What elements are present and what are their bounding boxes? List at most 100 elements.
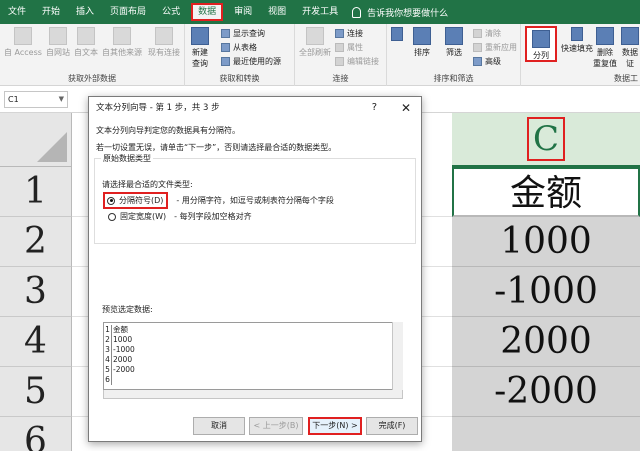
remove-duplicates-icon (596, 27, 614, 45)
close-icon[interactable]: ✕ (401, 97, 411, 119)
name-box[interactable]: C1 ▼ (4, 91, 68, 108)
cell-c1[interactable]: 金额 (452, 167, 640, 217)
new-query-button[interactable]: 新建 查询 (191, 27, 209, 69)
ribbon: 自 Access 自网站 自文本 自其他来源 现有连接 获取外部数据 新建 查询 … (0, 24, 640, 86)
group-label-transform: 获取和转换 (219, 74, 260, 83)
sort-az-icon (391, 27, 403, 41)
cell-c5[interactable]: -2000 (452, 367, 640, 417)
tell-me-text: 告诉我你想要做什么 (367, 8, 449, 19)
radio-fixed-row: 固定宽度(W) - 每列字段加空格对齐 (108, 211, 252, 222)
row-header[interactable]: 6 (0, 417, 72, 451)
tab-insert[interactable]: 插入 (68, 0, 102, 24)
tell-me-box[interactable]: 告诉我你想要做什么 (352, 6, 448, 19)
sort-button[interactable]: 排序 (413, 27, 431, 58)
data-validation-button[interactable]: 数据证 (621, 27, 639, 69)
lightbulb-icon (352, 6, 362, 18)
radio-delimited[interactable]: 分隔符号(D) (103, 192, 169, 209)
tab-page-layout[interactable]: 页面布局 (102, 0, 154, 24)
radio-selected-icon (107, 196, 115, 205)
select-all-corner[interactable] (0, 113, 72, 167)
preview-row: 3 -1000 (105, 345, 135, 355)
preview-row: 6 (104, 375, 113, 385)
tab-formulas[interactable]: 公式 (154, 0, 188, 24)
recent-sources-icon (221, 57, 230, 66)
preview-horizontal-scrollbar[interactable] (103, 390, 403, 399)
tab-home[interactable]: 开始 (34, 0, 68, 24)
connections-button[interactable]: 连接 (335, 28, 363, 39)
cell-c3[interactable]: -1000 (452, 267, 640, 317)
back-button[interactable]: < 上一步(B) (249, 417, 303, 435)
choose-type-label: 请选择最合适的文件类型: (102, 180, 193, 189)
show-queries-button[interactable]: 显示查询 (221, 28, 265, 39)
cell-c6[interactable] (452, 417, 640, 451)
edit-links-button[interactable]: 编辑链接 (335, 56, 379, 67)
group-label-connections: 连接 (332, 74, 349, 83)
group-label-sort-filter: 排序和筛选 (433, 74, 474, 83)
row-header[interactable]: 1 (0, 167, 72, 217)
wizard-intro: 文本分列向导判定您的数据具有分隔符。 (96, 126, 240, 135)
from-other-button[interactable]: 自其他来源 (102, 27, 142, 58)
globe-icon (49, 27, 67, 45)
advanced-filter-button[interactable]: 高级 (473, 56, 501, 67)
remove-duplicates-button[interactable]: 删除 重复值 (593, 27, 617, 69)
text-to-columns-wizard: 文本分列向导 - 第 1 步，共 3 步 ? ✕ 文本分列向导判定您的数据具有分… (88, 96, 422, 442)
tab-review[interactable]: 审阅 (226, 0, 260, 24)
text-to-columns-button[interactable]: 分列 (525, 26, 557, 62)
flash-fill-button[interactable]: 快速填充 (561, 27, 593, 54)
cell-c4[interactable]: 2000 (452, 317, 640, 367)
clear-filter-button[interactable]: 清除 (473, 28, 501, 39)
preview-row: 2 1000 (105, 335, 133, 345)
preview-row: 5 -2000 (105, 365, 135, 375)
menu-bar: 文件 开始 插入 页面布局 公式 数据 审阅 视图 开发工具 告诉我你想要做什么 (0, 0, 640, 24)
column-header-c[interactable]: C (452, 113, 640, 167)
show-queries-icon (221, 29, 230, 38)
group-legend: 原始数据类型 (101, 153, 153, 164)
help-icon[interactable]: ? (372, 97, 377, 119)
preview-row: 4 2000 (105, 355, 133, 365)
group-label-data-tools: 数据工 (614, 74, 638, 83)
finish-button[interactable]: 完成(F) (366, 417, 418, 435)
chevron-down-icon[interactable]: ▼ (59, 92, 64, 107)
radio-delimited-label: 分隔符号(D) (119, 196, 164, 205)
cancel-button[interactable]: 取消 (193, 417, 245, 435)
cell-c2[interactable]: 1000 (452, 217, 640, 267)
sort-icon (413, 27, 431, 45)
table-icon (221, 43, 230, 52)
access-icon (13, 27, 32, 45)
filter-button[interactable]: 筛选 (445, 27, 463, 58)
tab-view[interactable]: 视图 (260, 0, 294, 24)
name-box-value: C1 (8, 95, 19, 104)
group-data-tools: 分列 快速填充 删除 重复值 数据证 数据工 (521, 24, 640, 86)
radio-fixed-desc: - 每列字段加空格对齐 (174, 212, 252, 221)
other-source-icon (113, 27, 131, 45)
existing-connections-button[interactable]: 现有连接 (148, 27, 180, 58)
preview-vertical-scrollbar[interactable] (392, 322, 403, 390)
row-header[interactable]: 2 (0, 217, 72, 267)
from-table-button[interactable]: 从表格 (221, 42, 257, 53)
refresh-all-button[interactable]: 全部刷新 (299, 27, 331, 58)
preview-row: 1 金额 (105, 325, 128, 335)
row-header[interactable]: 3 (0, 267, 72, 317)
sort-az-button[interactable] (391, 27, 403, 43)
from-access-button[interactable]: 自 Access (4, 27, 42, 58)
tab-data[interactable]: 数据 (191, 3, 224, 21)
data-preview[interactable]: 1 金额 2 1000 3 -1000 4 2000 5 -2000 6 (103, 322, 403, 390)
tab-developer[interactable]: 开发工具 (294, 0, 346, 24)
from-web-button[interactable]: 自网站 (46, 27, 70, 58)
radio-fixed-width[interactable] (108, 212, 116, 221)
radio-delimited-row: 分隔符号(D) - 用分隔字符，如逗号或制表符分隔每个字段 (103, 192, 334, 209)
group-get-transform: 新建 查询 显示查询 从表格 最近使用的源 获取和转换 (185, 24, 295, 86)
row-header[interactable]: 4 (0, 317, 72, 367)
split-columns-icon (532, 30, 550, 48)
tab-file[interactable]: 文件 (0, 0, 34, 24)
recent-sources-button[interactable]: 最近使用的源 (221, 56, 281, 67)
properties-button[interactable]: 属性 (335, 42, 363, 53)
properties-icon (335, 43, 344, 52)
column-c-label: C (526, 117, 565, 161)
next-button[interactable]: 下一步(N) > (308, 417, 362, 435)
row-header[interactable]: 5 (0, 367, 72, 417)
filter-icon (445, 27, 463, 45)
reapply-button[interactable]: 重新应用 (473, 42, 517, 53)
connections-icon (335, 29, 344, 38)
from-text-button[interactable]: 自文本 (74, 27, 98, 58)
